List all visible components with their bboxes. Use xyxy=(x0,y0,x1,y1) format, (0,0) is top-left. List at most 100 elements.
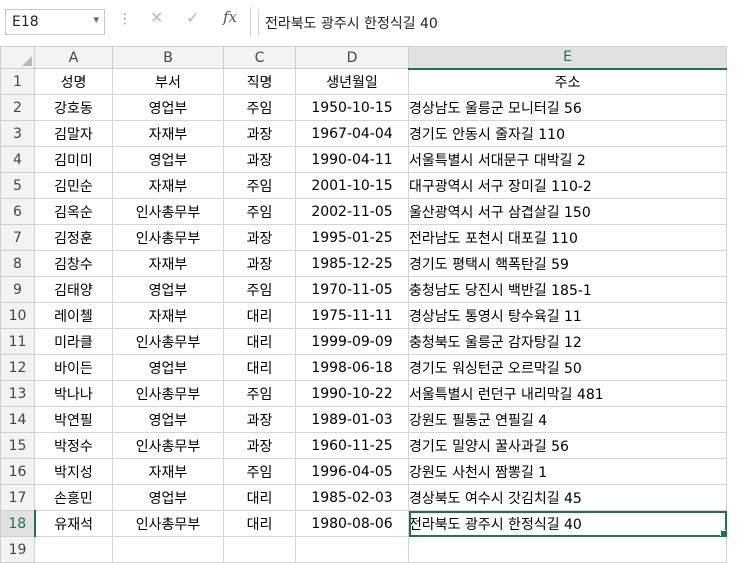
table-cell[interactable]: 1985-02-03 xyxy=(295,484,409,511)
cancel-icon[interactable]: ✕ xyxy=(150,10,163,26)
table-cell[interactable]: 레이첼 xyxy=(34,302,113,329)
table-cell[interactable]: 박정수 xyxy=(34,432,113,459)
table-cell[interactable]: 강원도 필통군 연필길 4 xyxy=(408,406,727,433)
table-cell[interactable]: 1970-11-05 xyxy=(295,276,409,303)
empty-cell[interactable] xyxy=(112,536,224,563)
table-cell[interactable]: 경상남도 울릉군 모니터길 56 xyxy=(408,94,727,121)
table-cell[interactable]: 인사총무부 xyxy=(112,380,224,407)
header-cell[interactable]: 성명 xyxy=(34,68,113,95)
row-header[interactable]: 13 xyxy=(0,380,35,407)
empty-cell[interactable] xyxy=(295,536,409,563)
row-header[interactable]: 3 xyxy=(0,120,35,147)
column-header-a[interactable]: A xyxy=(34,46,113,69)
table-cell[interactable]: 1980-08-06 xyxy=(295,510,409,537)
table-cell[interactable]: 자재부 xyxy=(112,458,224,485)
empty-cell[interactable] xyxy=(34,536,113,563)
table-cell[interactable]: 김미미 xyxy=(34,146,113,173)
formula-input[interactable]: 전라북도 광주시 한정식길 40 xyxy=(258,9,749,35)
active-cell[interactable]: 전라북도 광주시 한정식길 40 xyxy=(408,510,727,537)
table-cell[interactable]: 바이든 xyxy=(34,354,113,381)
row-header[interactable]: 4 xyxy=(0,146,35,173)
table-cell[interactable]: 1985-12-25 xyxy=(295,250,409,277)
column-header-c[interactable]: C xyxy=(223,46,296,69)
table-cell[interactable]: 인사총무부 xyxy=(112,510,224,537)
table-cell[interactable]: 박연필 xyxy=(34,406,113,433)
select-all-corner[interactable] xyxy=(0,46,35,69)
table-cell[interactable]: 경상북도 여수시 갓김치길 45 xyxy=(408,484,727,511)
row-header[interactable]: 1 xyxy=(0,68,35,95)
table-cell[interactable]: 1975-11-11 xyxy=(295,302,409,329)
table-cell[interactable]: 1960-11-25 xyxy=(295,432,409,459)
table-cell[interactable]: 유재석 xyxy=(34,510,113,537)
row-header[interactable]: 16 xyxy=(0,458,35,485)
table-cell[interactable]: 서울특별시 런던구 내리막길 481 xyxy=(408,380,727,407)
row-header[interactable]: 2 xyxy=(0,94,35,121)
table-cell[interactable]: 주임 xyxy=(223,380,296,407)
table-cell[interactable]: 김민순 xyxy=(34,172,113,199)
row-header[interactable]: 10 xyxy=(0,302,35,329)
table-cell[interactable]: 김말자 xyxy=(34,120,113,147)
table-cell[interactable]: 강원도 사천시 짬뽕길 1 xyxy=(408,458,727,485)
table-cell[interactable]: 경기도 평택시 핵폭탄길 59 xyxy=(408,250,727,277)
table-cell[interactable]: 강호동 xyxy=(34,94,113,121)
table-cell[interactable]: 경기도 워싱턴군 오르막길 50 xyxy=(408,354,727,381)
column-header-b[interactable]: B xyxy=(112,46,224,69)
row-header[interactable]: 18 xyxy=(0,510,36,537)
table-cell[interactable]: 김옥순 xyxy=(34,198,113,225)
column-header-d[interactable]: D xyxy=(295,46,409,69)
table-cell[interactable]: 1995-01-25 xyxy=(295,224,409,251)
table-cell[interactable]: 주임 xyxy=(223,172,296,199)
row-header[interactable]: 6 xyxy=(0,198,35,225)
table-cell[interactable]: 2001-10-15 xyxy=(295,172,409,199)
more-options-icon[interactable]: ⋮ xyxy=(118,12,132,26)
table-cell[interactable]: 자재부 xyxy=(112,120,224,147)
table-cell[interactable]: 대구광역시 서구 장미길 110-2 xyxy=(408,172,727,199)
table-cell[interactable]: 1989-01-03 xyxy=(295,406,409,433)
insert-function-icon[interactable]: fx xyxy=(223,10,237,25)
header-cell[interactable]: 주소 xyxy=(408,68,727,95)
table-cell[interactable]: 과장 xyxy=(223,146,296,173)
row-header[interactable]: 19 xyxy=(0,536,35,563)
row-header[interactable]: 7 xyxy=(0,224,35,251)
table-cell[interactable]: 과장 xyxy=(223,432,296,459)
table-cell[interactable]: 김창수 xyxy=(34,250,113,277)
table-cell[interactable]: 1998-06-18 xyxy=(295,354,409,381)
table-cell[interactable]: 1990-10-22 xyxy=(295,380,409,407)
table-cell[interactable]: 울산광역시 서구 삼겹살길 150 xyxy=(408,198,727,225)
table-cell[interactable]: 자재부 xyxy=(112,302,224,329)
name-box[interactable]: E18 ▾ xyxy=(5,9,105,35)
row-header[interactable]: 8 xyxy=(0,250,35,277)
table-cell[interactable]: 과장 xyxy=(223,250,296,277)
table-cell[interactable]: 영업부 xyxy=(112,406,224,433)
table-cell[interactable]: 김태양 xyxy=(34,276,113,303)
table-cell[interactable]: 영업부 xyxy=(112,94,224,121)
table-cell[interactable]: 박나나 xyxy=(34,380,113,407)
table-cell[interactable]: 손흥민 xyxy=(34,484,113,511)
table-cell[interactable]: 1990-04-11 xyxy=(295,146,409,173)
table-cell[interactable]: 영업부 xyxy=(112,146,224,173)
table-cell[interactable]: 주임 xyxy=(223,198,296,225)
table-cell[interactable]: 대리 xyxy=(223,354,296,381)
table-cell[interactable]: 인사총무부 xyxy=(112,224,224,251)
check-icon[interactable]: ✓ xyxy=(186,10,199,26)
table-cell[interactable]: 충청남도 당진시 백반길 185-1 xyxy=(408,276,727,303)
row-header[interactable]: 14 xyxy=(0,406,35,433)
table-cell[interactable]: 1967-04-04 xyxy=(295,120,409,147)
empty-cell[interactable] xyxy=(408,536,727,563)
table-cell[interactable]: 주임 xyxy=(223,94,296,121)
fill-handle[interactable] xyxy=(720,530,726,536)
row-header[interactable]: 5 xyxy=(0,172,35,199)
row-header[interactable]: 15 xyxy=(0,432,35,459)
table-cell[interactable]: 과장 xyxy=(223,224,296,251)
header-cell[interactable]: 생년월일 xyxy=(295,68,409,95)
table-cell[interactable]: 2002-11-05 xyxy=(295,198,409,225)
table-cell[interactable]: 김정훈 xyxy=(34,224,113,251)
header-cell[interactable]: 부서 xyxy=(112,68,224,95)
table-cell[interactable]: 대리 xyxy=(223,328,296,355)
table-cell[interactable]: 박지성 xyxy=(34,458,113,485)
table-cell[interactable]: 대리 xyxy=(223,510,296,537)
table-cell[interactable]: 자재부 xyxy=(112,172,224,199)
table-cell[interactable]: 대리 xyxy=(223,302,296,329)
row-header[interactable]: 9 xyxy=(0,276,35,303)
table-cell[interactable]: 대리 xyxy=(223,484,296,511)
